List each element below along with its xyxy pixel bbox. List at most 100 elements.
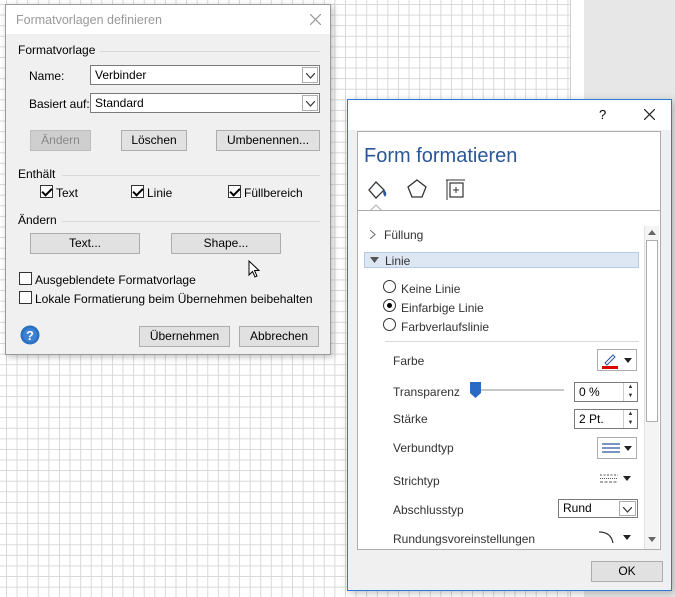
compound-type-label: Verbundtyp <box>393 441 454 455</box>
spin-up-icon[interactable]: ▲ <box>623 410 637 419</box>
text-format-button[interactable]: Text... <box>30 233 140 254</box>
dash-type-label: Strichtyp <box>393 474 440 488</box>
transparency-slider-track[interactable] <box>475 389 564 391</box>
delete-button[interactable]: Löschen <box>121 130 187 151</box>
spin-up-icon[interactable]: ▲ <box>623 383 637 392</box>
format-shape-dialog: ? Form formatieren Füllung Linie Keine L… <box>347 99 672 591</box>
text-checkbox[interactable] <box>40 185 53 198</box>
transparency-input[interactable]: 0 % ▲ ▼ <box>574 382 638 402</box>
color-label: Farbe <box>393 354 425 368</box>
cap-type-combobox[interactable]: Rund <box>558 499 638 518</box>
separator <box>62 221 320 222</box>
transparency-value: 0 % <box>579 385 600 399</box>
name-combobox[interactable]: Verbinder <box>90 65 320 85</box>
cancel-button[interactable]: Abbrechen <box>239 326 319 347</box>
ok-button[interactable]: OK <box>591 561 663 582</box>
based-on-combobox[interactable]: Standard <box>90 93 320 113</box>
fill-line-icon[interactable] <box>365 178 391 202</box>
gradient-line-label: Farbverlaufslinie <box>401 320 490 334</box>
chevron-right-icon <box>370 230 376 239</box>
size-properties-icon[interactable] <box>445 178 467 202</box>
svg-text:?: ? <box>26 328 34 343</box>
join-type-label: Rundungsvoreinstellungen <box>393 532 536 546</box>
scroll-down-icon[interactable] <box>648 537 656 542</box>
line-section-header[interactable]: Linie <box>364 252 639 268</box>
section-style: Formatvorlage <box>18 43 96 57</box>
separator <box>385 341 639 342</box>
pane-title: Form formatieren <box>364 145 518 167</box>
transparency-label: Transparenz <box>393 385 460 399</box>
hidden-style-checkbox[interactable] <box>19 272 32 285</box>
name-label: Name: <box>29 69 65 83</box>
close-icon[interactable] <box>644 109 655 120</box>
transparency-slider-thumb[interactable] <box>470 382 481 398</box>
chevron-down-icon <box>623 507 632 513</box>
dropdown-button[interactable] <box>302 67 318 83</box>
dropdown-button[interactable] <box>302 95 318 111</box>
dropdown-button[interactable] <box>619 501 636 516</box>
chevron-down-icon <box>306 73 315 79</box>
line-checkbox-label: Linie <box>147 186 173 200</box>
chevron-down-icon <box>623 476 631 481</box>
separator <box>100 51 320 52</box>
keep-local-format-checkbox[interactable] <box>19 291 32 304</box>
solid-line-radio[interactable] <box>383 299 396 312</box>
chevron-down-icon <box>624 358 632 363</box>
shape-format-button[interactable]: Shape... <box>171 233 281 254</box>
chevron-down-icon <box>370 257 379 263</box>
change-button[interactable]: Ändern <box>30 130 91 151</box>
format-pane: Form formatieren Füllung Linie Keine Lin… <box>357 131 661 550</box>
text-checkbox-label: Text <box>56 186 79 200</box>
chevron-down-icon <box>624 446 632 451</box>
fill-checkbox-label: Füllbereich <box>244 186 303 200</box>
dialog-title: Formatvorlagen definieren <box>16 13 162 27</box>
scrollbar-thumb[interactable] <box>646 240 658 422</box>
scrollbar[interactable] <box>644 226 659 549</box>
keep-local-format-label: Lokale Formatierung beim Übernehmen beib… <box>35 292 313 306</box>
based-on-value: Standard <box>95 96 144 110</box>
round-join-icon <box>599 531 614 544</box>
cap-type-label: Abschlusstyp <box>393 503 464 517</box>
no-line-label: Keine Linie <box>401 282 461 296</box>
separator <box>62 175 320 176</box>
weight-input[interactable]: 2 Pt. ▲ ▼ <box>574 409 638 429</box>
section-change: Ändern <box>18 213 57 227</box>
help-icon[interactable]: ? <box>20 325 40 345</box>
gradient-line-radio[interactable] <box>383 318 396 331</box>
compound-type-button[interactable] <box>597 437 637 459</box>
line-color-button[interactable] <box>597 349 637 371</box>
dash-lines-icon <box>600 474 618 483</box>
title-bar: ? <box>348 100 671 130</box>
fill-section-header[interactable]: Füllung <box>384 228 423 242</box>
scroll-up-icon[interactable] <box>648 230 656 235</box>
close-icon[interactable] <box>310 14 321 25</box>
fill-checkbox[interactable] <box>228 185 241 198</box>
mouse-cursor-icon <box>248 260 261 278</box>
no-line-radio[interactable] <box>383 280 396 293</box>
hidden-style-label: Ausgeblendete Formatvorlage <box>35 273 196 287</box>
weight-label: Stärke <box>393 412 428 426</box>
chevron-down-icon <box>306 101 315 107</box>
section-contains: Enthält <box>18 167 56 181</box>
title-bar: Formatvorlagen definieren <box>6 5 330 35</box>
spin-down-icon[interactable]: ▼ <box>623 419 637 428</box>
define-styles-dialog: Formatvorlagen definieren Formatvorlage … <box>5 4 331 355</box>
join-type-button[interactable] <box>597 527 637 547</box>
chevron-down-icon <box>623 535 631 540</box>
dash-type-button[interactable] <box>597 468 637 490</box>
solid-line-label: Einfarbige Linie <box>401 301 484 315</box>
apply-button[interactable]: Übernehmen <box>139 326 230 347</box>
line-section-label: Linie <box>385 254 411 268</box>
spin-down-icon[interactable]: ▼ <box>623 392 637 401</box>
compound-lines-icon <box>602 443 620 453</box>
weight-value: 2 Pt. <box>579 412 604 426</box>
effects-icon[interactable] <box>406 178 428 200</box>
help-button[interactable]: ? <box>599 107 606 122</box>
pen-color-icon <box>602 354 618 369</box>
line-checkbox[interactable] <box>131 185 144 198</box>
cap-type-value: Rund <box>563 501 592 515</box>
based-on-label: Basiert auf: <box>29 97 90 111</box>
name-value: Verbinder <box>95 68 147 82</box>
separator <box>358 210 660 211</box>
rename-button[interactable]: Umbenennen... <box>216 130 320 151</box>
